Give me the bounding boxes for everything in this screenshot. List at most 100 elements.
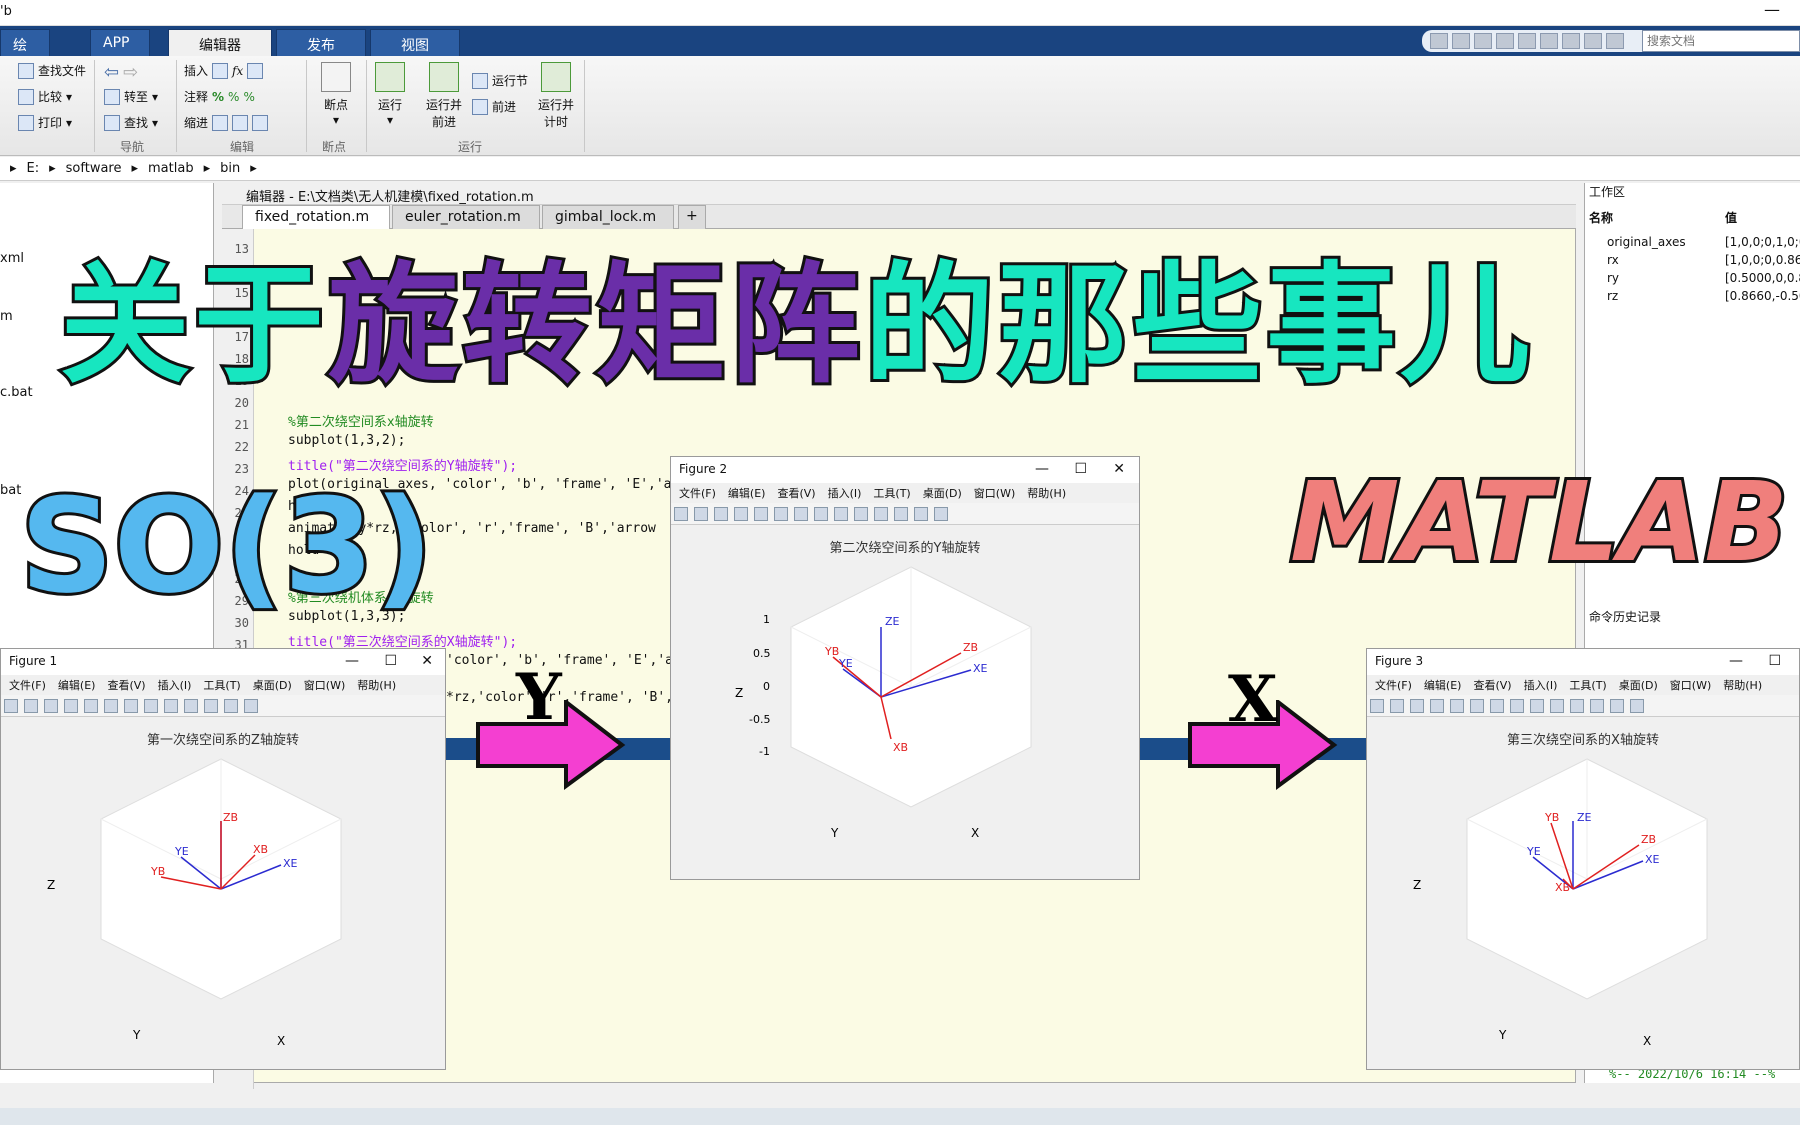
save-icon[interactable]	[1452, 33, 1470, 49]
menu-edit[interactable]: 编辑(E)	[728, 485, 766, 501]
print-button[interactable]: 打印 ▾	[18, 114, 72, 131]
maximize-icon[interactable]: ☐	[384, 653, 397, 669]
menu-insert[interactable]: 插入(I)	[1524, 677, 1558, 693]
run-button[interactable]: 运行 ▾	[364, 62, 416, 127]
datatip-icon[interactable]	[1550, 699, 1564, 713]
menu-window[interactable]: 窗口(W)	[1670, 677, 1711, 693]
menu-view[interactable]: 查看(V)	[777, 485, 815, 501]
breadcrumb-folder[interactable]: bin	[220, 161, 240, 176]
zoom-in-icon[interactable]	[774, 507, 788, 521]
open-icon[interactable]	[4, 699, 18, 713]
breadcrumb-folder[interactable]: software	[66, 161, 122, 176]
percent-icon[interactable]: %	[212, 90, 224, 104]
insert-button[interactable]: 插入 fx	[184, 62, 264, 79]
minimize-icon[interactable]: —	[1035, 461, 1049, 477]
legend-icon[interactable]	[244, 699, 258, 713]
figure-window-2[interactable]: Figure 2 — ☐ ✕ 文件(F) 编辑(E) 查看(V) 插入(I) 工具(T)…	[670, 456, 1140, 880]
variable-name[interactable]: ry	[1607, 271, 1619, 285]
pan-icon[interactable]	[124, 699, 138, 713]
save-icon[interactable]	[714, 507, 728, 521]
brush-icon[interactable]	[184, 699, 198, 713]
layout-icon[interactable]	[1584, 33, 1602, 49]
breakpoint-button[interactable]: 断点 ▾	[310, 62, 362, 127]
zoom-out-icon[interactable]	[104, 699, 118, 713]
colorbar-icon[interactable]	[224, 699, 238, 713]
percent-wrap-icon[interactable]: %	[243, 90, 254, 104]
file-item[interactable]: xml	[0, 251, 24, 266]
outdent-icon[interactable]	[252, 114, 269, 131]
maximize-icon[interactable]: ☐	[1074, 461, 1087, 477]
axes-3d[interactable]: ZE XE YE ZB YB XB Z Y X 1 0.5 0 -0.5 -1	[731, 557, 1091, 857]
menu-file[interactable]: 文件(F)	[1375, 677, 1412, 693]
help-icon[interactable]	[1606, 33, 1624, 49]
axes-3d[interactable]: ZB XE YE XB YB Z Y X	[41, 749, 401, 1049]
redo-icon[interactable]	[1562, 33, 1580, 49]
menu-file[interactable]: 文件(F)	[679, 485, 716, 501]
menu-insert[interactable]: 插入(I)	[158, 677, 192, 693]
zoom-out-icon[interactable]	[794, 507, 808, 521]
menu-tools[interactable]: 工具(T)	[203, 677, 240, 693]
comment-button[interactable]: 注释%%%	[184, 88, 255, 105]
variable-name[interactable]: original_axes	[1607, 235, 1686, 249]
fx-icon[interactable]: fx	[232, 64, 243, 78]
column-value-header[interactable]: 值	[1725, 209, 1737, 226]
zoom-out-icon[interactable]	[1490, 699, 1504, 713]
link-icon[interactable]	[894, 507, 908, 521]
close-icon[interactable]: ✕	[421, 653, 433, 669]
print-icon[interactable]	[44, 699, 58, 713]
tab-plots[interactable]: 绘图	[0, 29, 50, 74]
variable-name[interactable]: rx	[1607, 253, 1619, 267]
tab-editor[interactable]: 编辑器	[168, 29, 272, 56]
compare-button[interactable]: 比较 ▾	[18, 88, 72, 105]
zoom-in-icon[interactable]	[84, 699, 98, 713]
paste-icon[interactable]	[1518, 33, 1536, 49]
new-icon[interactable]	[1370, 699, 1384, 713]
colorbar-icon[interactable]	[914, 507, 928, 521]
open-icon[interactable]	[1390, 699, 1404, 713]
figure-window-3[interactable]: Figure 3 — ☐ 文件(F) 编辑(E) 查看(V) 插入(I) 工具(T) 桌面…	[1366, 648, 1800, 1070]
find-button[interactable]: 查找 ▾	[104, 114, 158, 131]
maximize-icon[interactable]: ☐	[1768, 653, 1781, 669]
menu-edit[interactable]: 编辑(E)	[58, 677, 96, 693]
pointer-icon[interactable]	[1450, 699, 1464, 713]
close-icon[interactable]: ✕	[1113, 461, 1125, 477]
print-icon[interactable]	[1430, 699, 1444, 713]
file-item[interactable]: m	[0, 309, 13, 324]
pointer-icon[interactable]	[754, 507, 768, 521]
quick-icon[interactable]	[1430, 33, 1448, 49]
menu-help[interactable]: 帮助(H)	[357, 677, 396, 693]
pointer-icon[interactable]	[64, 699, 78, 713]
search-docs-input[interactable]	[1642, 30, 1800, 52]
back-arrow-icon[interactable]: ⇦	[104, 62, 119, 83]
menu-desktop[interactable]: 桌面(D)	[1619, 677, 1658, 693]
menu-help[interactable]: 帮助(H)	[1027, 485, 1066, 501]
rotate-icon[interactable]	[834, 507, 848, 521]
menu-tools[interactable]: 工具(T)	[1569, 677, 1606, 693]
menu-desktop[interactable]: 桌面(D)	[253, 677, 292, 693]
new-icon[interactable]	[674, 507, 688, 521]
file-item[interactable]: c.bat	[0, 385, 33, 400]
smart-indent-icon[interactable]	[232, 114, 249, 131]
open-icon[interactable]	[694, 507, 708, 521]
link-icon[interactable]	[1590, 699, 1604, 713]
figure-window-1[interactable]: Figure 1 — ☐ ✕ 文件(F) 编辑(E) 查看(V) 插入(I) 工具(T)…	[0, 648, 446, 1070]
menu-window[interactable]: 窗口(W)	[974, 485, 1015, 501]
indent-icon[interactable]	[212, 114, 229, 131]
percent-split-icon[interactable]: %	[228, 90, 239, 104]
indent-button[interactable]: 缩进	[184, 114, 269, 131]
menu-desktop[interactable]: 桌面(D)	[923, 485, 962, 501]
pan-icon[interactable]	[1510, 699, 1524, 713]
menu-window[interactable]: 窗口(W)	[304, 677, 345, 693]
link-icon[interactable]	[204, 699, 218, 713]
rotate-icon[interactable]	[144, 699, 158, 713]
menu-help[interactable]: 帮助(H)	[1723, 677, 1762, 693]
legend-icon[interactable]	[1630, 699, 1644, 713]
menu-insert[interactable]: 插入(I)	[828, 485, 862, 501]
back-forward-buttons[interactable]: ⇦ ⇨	[104, 62, 138, 83]
brush-icon[interactable]	[1570, 699, 1584, 713]
run-section-button[interactable]: 运行节	[472, 72, 528, 89]
save-icon[interactable]	[24, 699, 38, 713]
axes-3d[interactable]: ZE XE YE ZB YB XB Z Y X	[1407, 749, 1767, 1049]
datatip-icon[interactable]	[164, 699, 178, 713]
column-name-header[interactable]: 名称	[1589, 209, 1613, 226]
